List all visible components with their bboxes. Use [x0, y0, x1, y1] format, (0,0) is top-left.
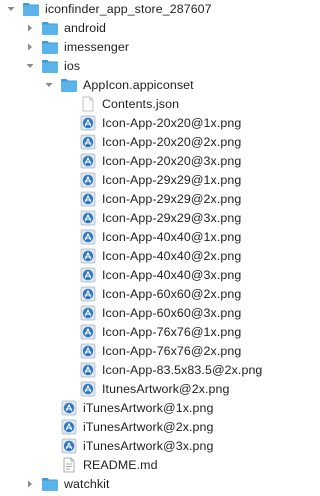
folder-row[interactable]: android — [0, 19, 274, 38]
json-file-icon — [79, 96, 97, 112]
markdown-file-icon — [60, 457, 78, 473]
file-row[interactable]: Icon-App-76x76@2x.png — [0, 342, 274, 361]
file-row[interactable]: README.md — [0, 456, 274, 475]
folder-icon — [60, 77, 78, 93]
file-row[interactable]: Icon-App-40x40@3x.png — [0, 266, 274, 285]
file-row[interactable]: Icon-App-60x60@3x.png — [0, 304, 274, 323]
file-label: Icon-App-40x40@1x.png — [102, 230, 242, 244]
image-file-icon — [79, 115, 97, 131]
file-label: iTunesArtwork@2x.png — [83, 420, 214, 434]
folder-label: AppIcon.appiconset — [83, 78, 194, 92]
file-label: Icon-App-20x20@1x.png — [102, 116, 242, 130]
image-file-icon — [79, 343, 97, 359]
folder-label: android — [64, 21, 107, 35]
folder-row[interactable]: iconfinder_app_store_287607 — [0, 0, 274, 19]
file-row[interactable]: Icon-App-60x60@2x.png — [0, 285, 274, 304]
file-label: ItunesArtwork@2x.png — [102, 382, 230, 396]
file-row[interactable]: Icon-App-29x29@2x.png — [0, 190, 274, 209]
image-file-icon — [79, 134, 97, 150]
chevron-right-icon[interactable] — [26, 24, 34, 32]
file-label: Icon-App-29x29@3x.png — [102, 211, 242, 225]
file-label: Icon-App-40x40@2x.png — [102, 249, 242, 263]
folder-row[interactable]: watchkit — [0, 475, 274, 494]
folder-icon — [41, 20, 59, 36]
image-file-icon — [79, 267, 97, 283]
folder-label: imessenger — [64, 40, 130, 54]
image-file-icon — [79, 248, 97, 264]
image-file-icon — [79, 362, 97, 378]
image-file-icon — [60, 400, 78, 416]
image-file-icon — [79, 305, 97, 321]
folder-label: ios — [64, 59, 81, 73]
image-file-icon — [79, 172, 97, 188]
file-row[interactable]: Contents.json — [0, 95, 274, 114]
folder-row[interactable]: ios — [0, 57, 274, 76]
file-row[interactable]: Icon-App-40x40@1x.png — [0, 228, 274, 247]
file-label: Icon-App-20x20@3x.png — [102, 154, 242, 168]
file-label: Contents.json — [102, 97, 180, 111]
file-row[interactable]: Icon-App-83.5x83.5@2x.png — [0, 361, 274, 380]
folder-icon — [41, 58, 59, 74]
image-file-icon — [79, 381, 97, 397]
file-label: iTunesArtwork@1x.png — [83, 401, 214, 415]
file-label: Icon-App-20x20@2x.png — [102, 135, 242, 149]
chevron-right-icon[interactable] — [26, 43, 34, 51]
file-label: Icon-App-40x40@3x.png — [102, 268, 242, 282]
image-file-icon — [79, 286, 97, 302]
file-row[interactable]: Icon-App-20x20@2x.png — [0, 133, 274, 152]
image-file-icon — [79, 191, 97, 207]
file-row[interactable]: Icon-App-20x20@3x.png — [0, 152, 274, 171]
image-file-icon — [79, 210, 97, 226]
file-label: README.md — [83, 458, 158, 472]
folder-icon — [41, 476, 59, 492]
file-label: Icon-App-29x29@2x.png — [102, 192, 242, 206]
file-label: Icon-App-83.5x83.5@2x.png — [102, 363, 263, 377]
file-label: Icon-App-29x29@1x.png — [102, 173, 242, 187]
chevron-right-icon[interactable] — [26, 480, 34, 488]
file-label: Icon-App-76x76@2x.png — [102, 344, 242, 358]
image-file-icon — [79, 229, 97, 245]
file-row[interactable]: Icon-App-29x29@3x.png — [0, 209, 274, 228]
folder-row[interactable]: imessenger — [0, 38, 274, 57]
file-label: iTunesArtwork@3x.png — [83, 439, 214, 453]
file-row[interactable]: iTunesArtwork@3x.png — [0, 437, 274, 456]
folder-row[interactable]: AppIcon.appiconset — [0, 76, 274, 95]
image-file-icon — [79, 324, 97, 340]
file-row[interactable]: Icon-App-40x40@2x.png — [0, 247, 274, 266]
file-row[interactable]: Icon-App-76x76@1x.png — [0, 323, 274, 342]
file-label: Icon-App-76x76@1x.png — [102, 325, 242, 339]
file-row[interactable]: Icon-App-20x20@1x.png — [0, 114, 274, 133]
chevron-down-icon[interactable] — [26, 62, 34, 70]
file-row[interactable]: Icon-App-29x29@1x.png — [0, 171, 274, 190]
file-row[interactable]: ItunesArtwork@2x.png — [0, 380, 274, 399]
image-file-icon — [60, 419, 78, 435]
folder-label: iconfinder_app_store_287607 — [45, 2, 212, 16]
chevron-down-icon[interactable] — [7, 5, 15, 13]
file-label: Icon-App-60x60@2x.png — [102, 287, 242, 301]
folder-icon — [22, 1, 40, 17]
folder-icon — [41, 39, 59, 55]
image-file-icon — [79, 153, 97, 169]
folder-label: watchkit — [64, 477, 110, 491]
file-row[interactable]: iTunesArtwork@1x.png — [0, 399, 274, 418]
file-tree: iconfinder_app_store_287607 android imes… — [0, 0, 274, 494]
file-label: Icon-App-60x60@3x.png — [102, 306, 242, 320]
file-row[interactable]: iTunesArtwork@2x.png — [0, 418, 274, 437]
chevron-down-icon[interactable] — [45, 81, 53, 89]
image-file-icon — [60, 438, 78, 454]
